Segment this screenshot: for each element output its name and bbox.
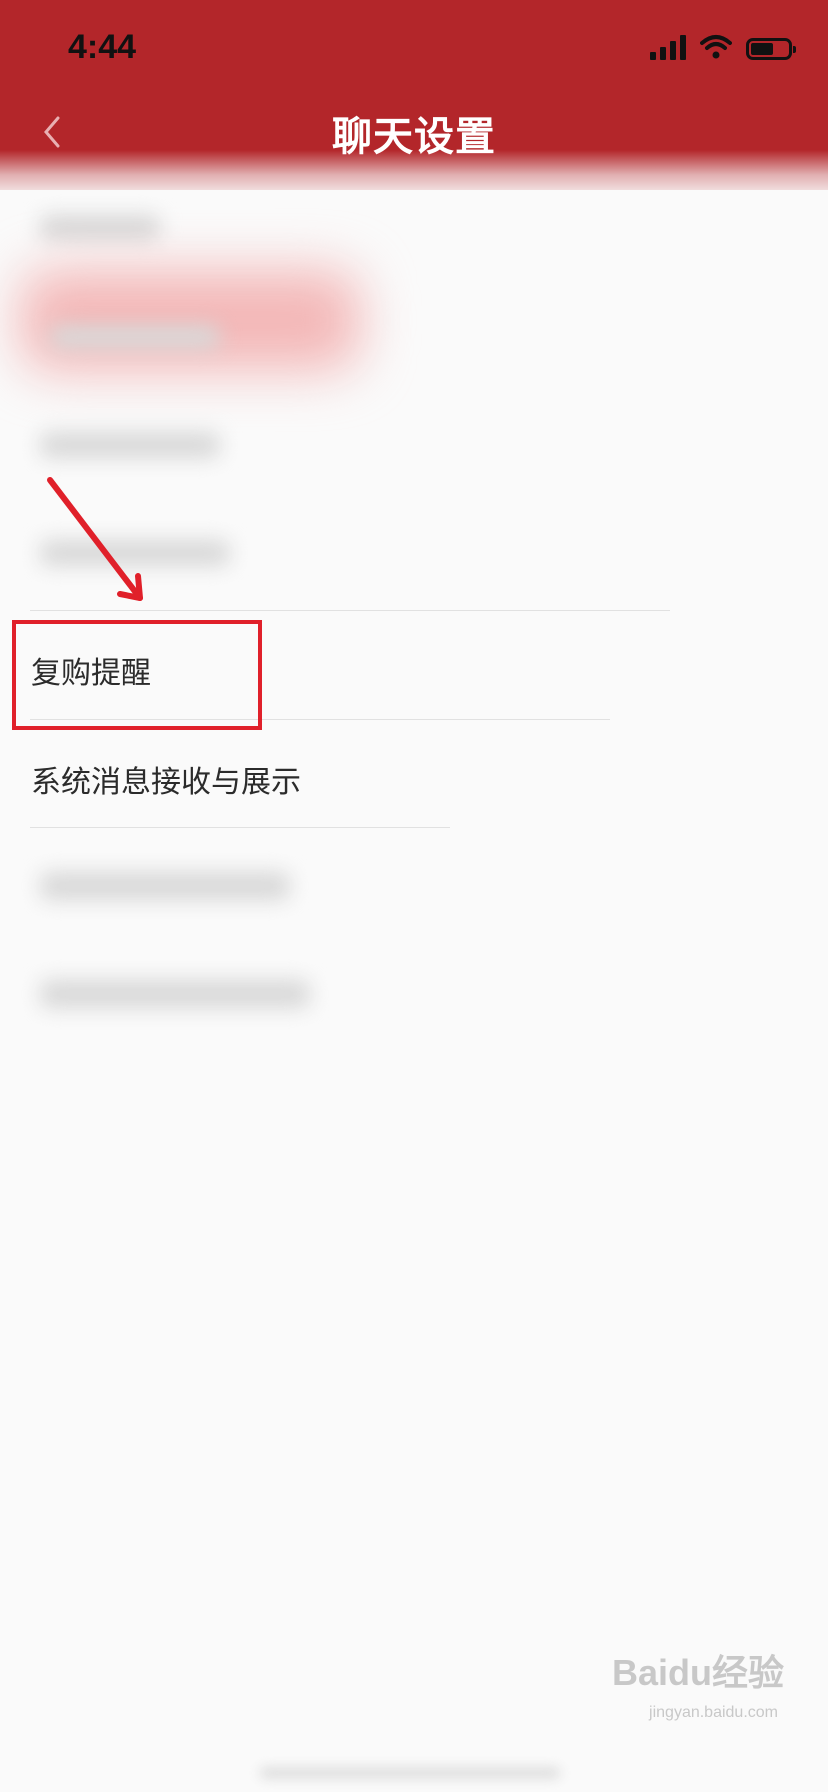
signal-icon — [650, 34, 686, 60]
highlight-box — [12, 620, 262, 730]
status-icons — [650, 34, 796, 60]
blurred-row — [50, 325, 220, 349]
home-indicator — [260, 1768, 560, 1778]
blurred-row — [40, 872, 290, 900]
status-time: 4:44 — [68, 28, 137, 66]
page-title: 聊天设置 — [332, 114, 496, 160]
blurred-badge — [20, 270, 360, 370]
list-item-system-messages[interactable]: 系统消息接收与展示 — [31, 757, 301, 801]
divider — [30, 827, 450, 828]
divider — [30, 610, 670, 611]
blurred-row — [40, 980, 310, 1008]
arrow-annotation-icon — [47, 477, 143, 601]
blurred-row — [40, 432, 220, 458]
blurred-row — [40, 215, 160, 241]
watermark-logo: Baidu经验 — [611, 1652, 784, 1693]
wifi-icon — [700, 35, 732, 59]
watermark-url: jingyan.baidu.com — [649, 1704, 778, 1721]
battery-icon — [746, 38, 796, 60]
